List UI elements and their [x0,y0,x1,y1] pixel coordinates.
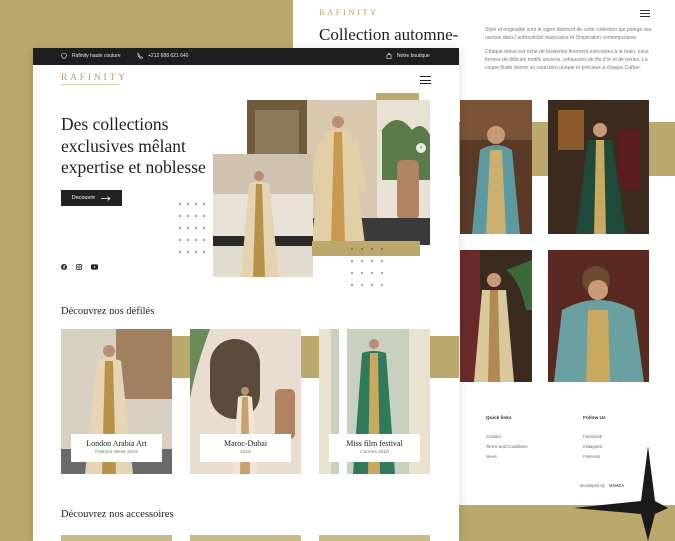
topbar-shop[interactable]: Notre boutique [386,53,430,59]
gallery-photo[interactable] [548,100,649,234]
accessoires-heading: Découvrez nos accessoires [61,509,174,520]
topbar-location-text: Rafinity haute couture [72,53,121,59]
footer-link-news[interactable]: News [486,454,497,459]
topbar-location[interactable]: Rafinity haute couture [61,53,121,59]
card-caption: Maroc-Dubai 2019 [200,434,291,462]
instagram-icon[interactable] [76,264,82,270]
topbar-shop-text: Notre boutique [397,53,430,59]
footer-link-facebook[interactable]: Facebook [583,434,602,439]
collection-title: Collection automne- [319,25,459,44]
description-paragraph: Chaque tenue est riche de broderies fine… [485,49,649,71]
logo-underline [61,84,119,85]
hamburger-icon[interactable] [420,76,431,87]
dot-pattern [351,248,383,286]
hero-photo-secondary [213,154,313,277]
description-paragraph: Style et originalité sont le signe disti… [485,27,652,41]
card-subtitle: Cannes 2018 [360,450,389,455]
defile-card[interactable]: Maroc-Dubai 2019 [190,329,301,474]
accessory-card[interactable] [61,535,172,541]
location-pin-icon [61,53,67,59]
back-logo[interactable]: RAFINITY [319,7,379,17]
arrow-right-icon [101,195,111,201]
card-subtitle: 2019 [240,450,251,455]
hero-title: Des collections exclusives mêlant expert… [61,114,206,177]
follow-us-heading: Follow Us [583,416,606,421]
footer-link-terms[interactable]: Terms and Conditions [486,444,528,449]
hamburger-icon[interactable] [640,10,650,19]
sparkle-icon [573,446,668,541]
facebook-icon[interactable] [61,264,67,270]
gallery-photo[interactable] [548,250,649,382]
social-links [61,264,98,270]
card-title: Maroc-Dubai [223,439,268,448]
top-bar: Rafinity haute couture +212 688 621 640 … [33,48,459,65]
card-title: London Arabia Art [86,439,147,448]
discover-button[interactable]: Decouvrir [61,190,122,206]
dot-pattern [179,203,205,253]
site-logo[interactable]: RAFINITY [61,73,128,83]
accessory-card[interactable] [190,535,301,541]
defile-card[interactable]: London Arabia Art Fashion Week 2019 [61,329,172,474]
gallery-photo[interactable] [460,100,532,234]
quick-links-heading: Quick links [486,416,512,421]
topbar-phone[interactable]: +212 688 621 640 [137,53,188,59]
carousel-next-button[interactable]: › [416,143,426,153]
accessory-card[interactable] [319,535,430,541]
topbar-phone-text: +212 688 621 640 [148,53,189,59]
collection-description: Style et originalité sont le signe disti… [485,26,657,78]
shopping-bag-icon [386,53,392,59]
gallery-photo[interactable] [460,250,532,382]
front-page-preview: Rafinity haute couture +212 688 621 640 … [33,48,459,541]
card-caption: Miss film festival Cannes 2018 [329,434,420,462]
discover-button-label: Decouvrir [71,195,96,201]
defile-card[interactable]: Miss film festival Cannes 2018 [319,329,430,474]
defiles-heading: Découvrez nos défilés [61,306,155,317]
footer-link-contact[interactable]: Contact [486,434,501,439]
card-title: Miss film festival [346,439,403,448]
card-subtitle: Fashion Week 2019 [95,450,138,455]
youtube-icon[interactable] [91,264,98,270]
phone-icon [137,53,143,59]
card-caption: London Arabia Art Fashion Week 2019 [71,434,162,462]
